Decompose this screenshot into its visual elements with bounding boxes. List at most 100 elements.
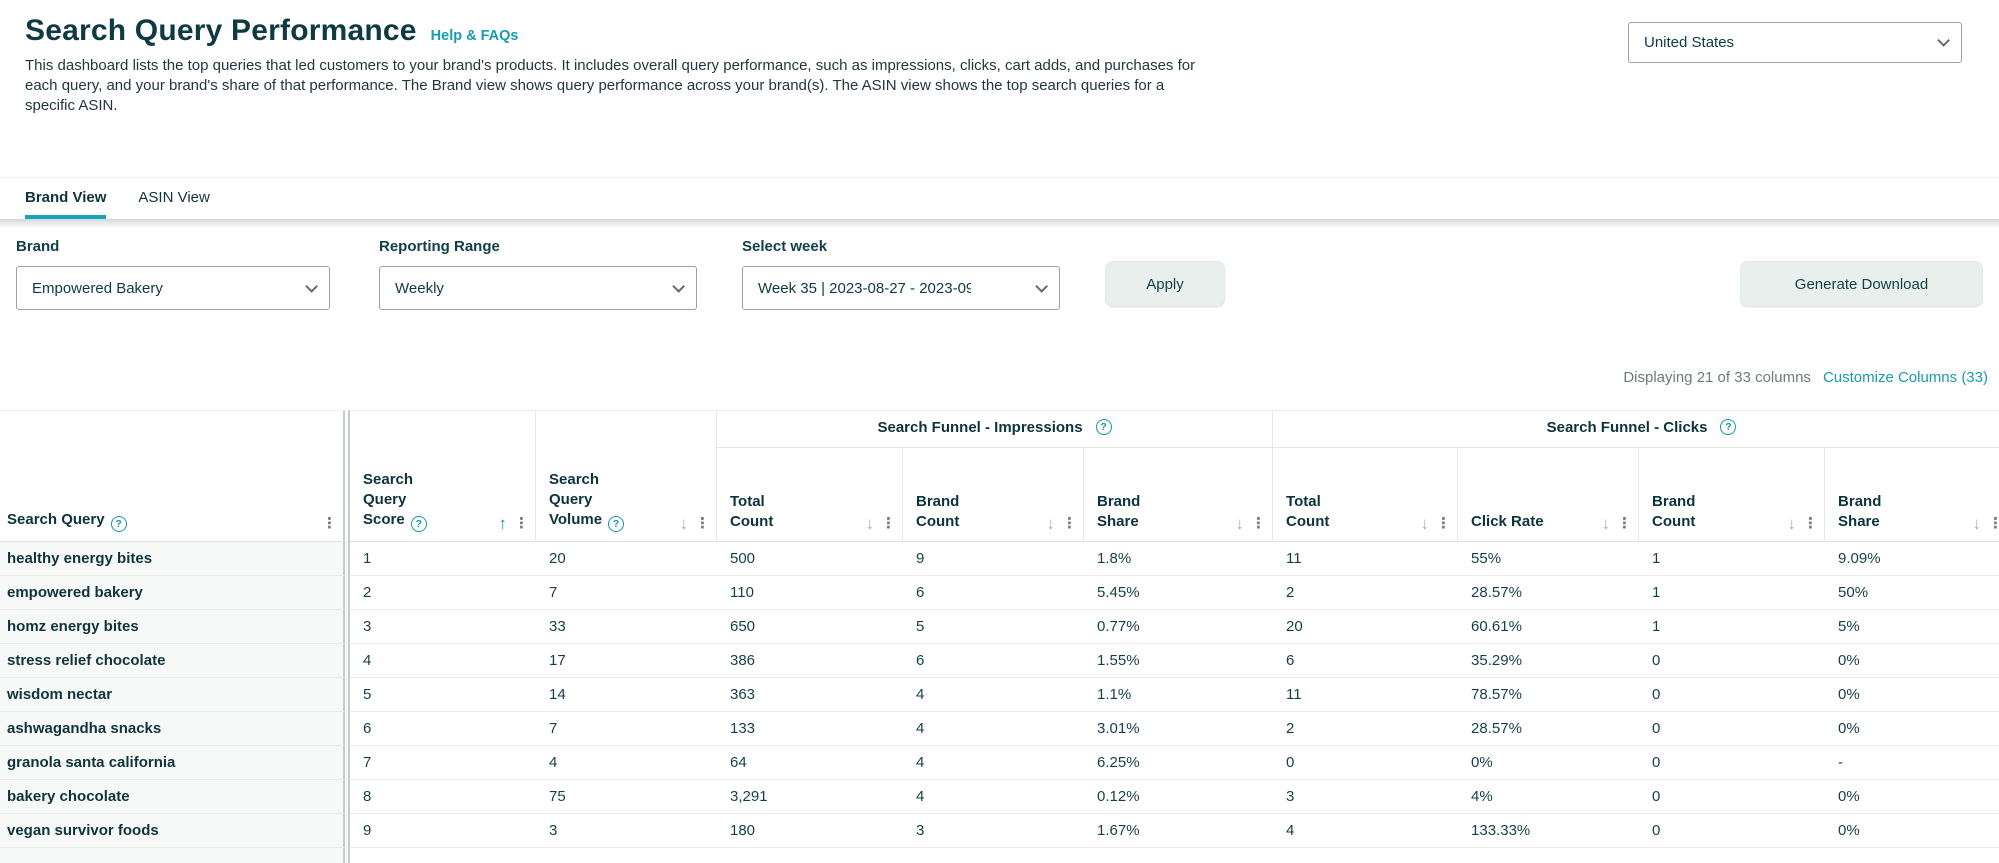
- column-menu-icon[interactable]: ⋮: [1988, 516, 1999, 532]
- info-icon[interactable]: [1095, 419, 1112, 435]
- search-query-cell: bakery chocolate: [0, 780, 350, 814]
- chevron-down-icon: [672, 279, 685, 293]
- column-header-clicks-total-count[interactable]: Total Count ↓ ⋮: [1273, 448, 1459, 542]
- sort-desc-icon[interactable]: ↓: [866, 515, 875, 532]
- column-menu-icon[interactable]: ⋮: [322, 516, 337, 532]
- sort-desc-icon[interactable]: ↓: [1236, 515, 1245, 532]
- search-query-cell: [0, 848, 350, 863]
- info-icon[interactable]: [608, 516, 625, 532]
- week-value: Week 35 | 2023-08-27 - 2023-09: [758, 279, 971, 297]
- metric-cell: 0%: [1825, 814, 1999, 848]
- table-row: wisdom nectar 5 14 363 4 1.1% 11 78.57% 0 0%: [0, 678, 1999, 712]
- sort-desc-icon[interactable]: ↓: [680, 515, 689, 532]
- sort-desc-icon[interactable]: ↓: [1788, 515, 1797, 532]
- apply-button[interactable]: Apply: [1105, 261, 1225, 307]
- metric-cell: [717, 848, 903, 863]
- metric-cell: 11: [1273, 542, 1459, 576]
- generate-download-button[interactable]: Generate Download: [1740, 261, 1983, 307]
- metric-cell: 2: [350, 576, 536, 610]
- sort-desc-icon[interactable]: ↓: [1047, 515, 1056, 532]
- metric-cell: 110: [717, 576, 903, 610]
- sort-desc-icon[interactable]: ↓: [1973, 515, 1982, 532]
- chevron-down-icon: [1937, 34, 1950, 47]
- column-menu-icon[interactable]: ⋮: [1617, 516, 1632, 532]
- metric-cell: 33: [536, 610, 717, 644]
- view-tabs: Brand View ASIN View: [0, 177, 1999, 219]
- info-icon[interactable]: [110, 516, 127, 532]
- metric-cell: 4: [903, 780, 1084, 814]
- metric-cell: 60.61%: [1458, 610, 1640, 644]
- metric-cell: 4: [903, 678, 1084, 712]
- metric-cell: 1: [1639, 542, 1826, 576]
- metric-cell: 133.33%: [1458, 814, 1640, 848]
- column-menu-icon[interactable]: ⋮: [695, 516, 710, 532]
- metric-cell: 133: [717, 712, 903, 746]
- query-table: Search Query ⋮ Search Query Score ↑ ⋮: [0, 410, 1999, 863]
- metric-cell: 363: [717, 678, 903, 712]
- metric-cell: 9: [350, 814, 536, 848]
- tab-asin-view[interactable]: ASIN View: [138, 178, 209, 219]
- table-row-partial: [0, 848, 1999, 863]
- metric-cell: -: [1825, 746, 1999, 780]
- column-menu-icon[interactable]: ⋮: [514, 516, 529, 532]
- chevron-down-icon: [305, 279, 318, 293]
- tab-brand-view[interactable]: Brand View: [25, 178, 107, 219]
- metric-cell: 28.57%: [1458, 712, 1640, 746]
- metric-cell: 0: [1639, 780, 1826, 814]
- metric-cell: 6: [350, 712, 536, 746]
- metric-cell: 9: [903, 542, 1084, 576]
- reporting-range-select[interactable]: Weekly: [379, 266, 697, 310]
- metric-cell: 4: [903, 746, 1084, 780]
- search-query-cell: stress relief chocolate: [0, 644, 350, 678]
- column-menu-icon[interactable]: ⋮: [1062, 516, 1077, 532]
- sort-desc-icon[interactable]: ↓: [1602, 515, 1611, 532]
- metric-cell: [1273, 848, 1459, 863]
- column-menu-icon[interactable]: ⋮: [1803, 516, 1818, 532]
- column-menu-icon[interactable]: ⋮: [881, 516, 896, 532]
- marketplace-select[interactable]: United States: [1628, 22, 1962, 63]
- table-row: stress relief chocolate 4 17 386 6 1.55% 6 35.2…: [0, 644, 1999, 678]
- sort-desc-icon[interactable]: ↓: [1421, 515, 1430, 532]
- column-header-search-query-volume[interactable]: Search Query Volume ↓ ⋮: [536, 410, 717, 542]
- column-header-search-query[interactable]: Search Query ⋮: [0, 410, 350, 542]
- column-header-clicks-brand-share[interactable]: Brand Share ↓ ⋮: [1825, 448, 1999, 542]
- column-header-impr-total-count[interactable]: Total Count ↓ ⋮: [717, 448, 903, 542]
- metric-cell: 6.25%: [1084, 746, 1274, 780]
- search-query-cell: empowered bakery: [0, 576, 350, 610]
- metric-cell: [1825, 848, 1999, 863]
- group-header-clicks: Search Funnel - Clicks: [1273, 410, 1999, 448]
- brand-select[interactable]: Empowered Bakery: [16, 266, 330, 310]
- metric-cell: 0.77%: [1084, 610, 1274, 644]
- brand-label: Brand: [16, 238, 60, 255]
- metric-cell: 0: [1639, 746, 1826, 780]
- metric-cell: 0: [1273, 746, 1459, 780]
- metric-cell: 5: [350, 678, 536, 712]
- metric-cell: 4: [536, 746, 717, 780]
- metric-cell: 2: [1273, 712, 1459, 746]
- column-header-click-rate[interactable]: Click Rate ↓ ⋮: [1458, 448, 1640, 542]
- query-table-container: Search Query ⋮ Search Query Score ↑ ⋮: [0, 410, 1999, 863]
- column-header-search-query-score[interactable]: Search Query Score ↑ ⋮: [350, 410, 536, 542]
- metric-cell: 7: [350, 746, 536, 780]
- metric-cell: 4%: [1458, 780, 1640, 814]
- metric-cell: 4: [1273, 814, 1459, 848]
- column-header-clicks-brand-count[interactable]: Brand Count ↓ ⋮: [1639, 448, 1826, 542]
- group-header-impressions: Search Funnel - Impressions: [717, 410, 1274, 448]
- search-query-cell: wisdom nectar: [0, 678, 350, 712]
- customize-columns-link[interactable]: Customize Columns (33): [1823, 369, 1988, 386]
- table-row: healthy energy bites 1 20 500 9 1.8% 11 55% 1 9.0…: [0, 542, 1999, 576]
- column-menu-icon[interactable]: ⋮: [1251, 516, 1266, 532]
- metric-cell: 9.09%: [1825, 542, 1999, 576]
- info-icon[interactable]: [1720, 419, 1737, 435]
- reporting-range-label: Reporting Range: [379, 238, 500, 255]
- help-faqs-link[interactable]: Help & FAQs: [431, 28, 519, 44]
- metric-cell: 8: [350, 780, 536, 814]
- metric-cell: [1084, 848, 1274, 863]
- column-header-impr-brand-count[interactable]: Brand Count ↓ ⋮: [903, 448, 1084, 542]
- sort-asc-icon[interactable]: ↑: [499, 515, 508, 532]
- info-icon[interactable]: [410, 516, 427, 532]
- column-menu-icon[interactable]: ⋮: [1436, 516, 1451, 532]
- column-header-impr-brand-share[interactable]: Brand Share ↓ ⋮: [1084, 448, 1274, 542]
- metric-cell: 500: [717, 542, 903, 576]
- week-select[interactable]: Week 35 | 2023-08-27 - 2023-09: [742, 266, 1060, 310]
